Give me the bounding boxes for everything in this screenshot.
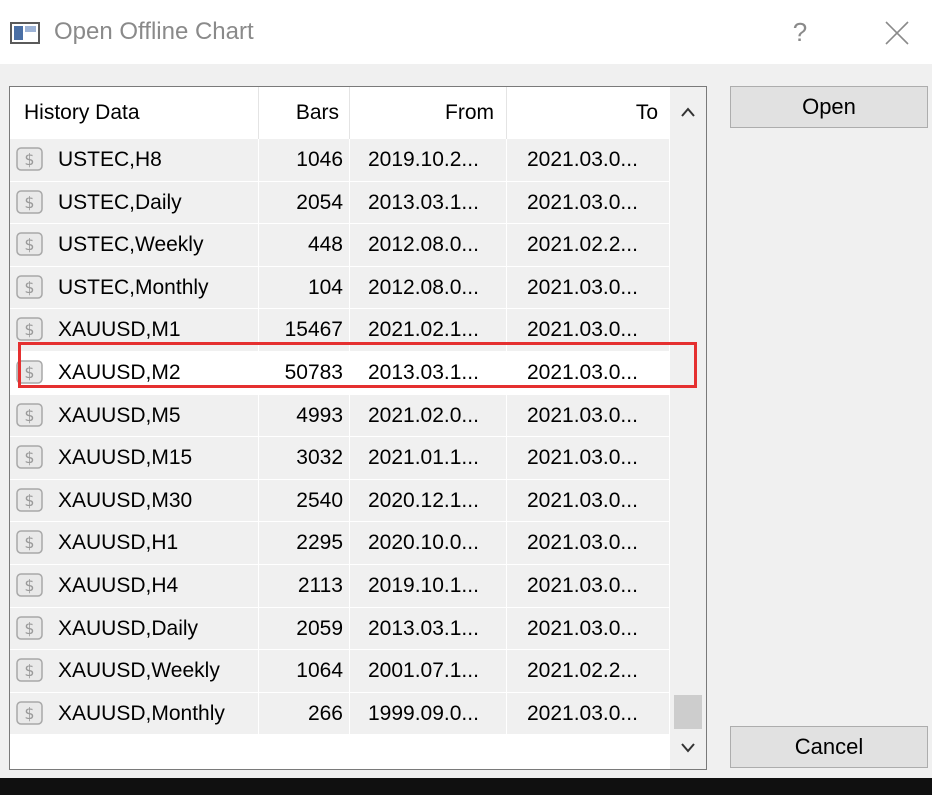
from-cell: 2020.10.0...: [350, 522, 507, 565]
to-cell: 2021.03.0...: [507, 139, 670, 182]
bars-cell: 2295: [259, 522, 350, 565]
bars-cell: 4993: [259, 394, 350, 438]
from-cell: 2021.01.1...: [350, 437, 507, 480]
from-cell: 2021.02.1...: [350, 309, 507, 352]
table-row[interactable]: $ XAUUSD,M30 2540 2020.12.1... 2021.03.0...: [10, 479, 670, 523]
history-data-list[interactable]: History Data Bars From To $ USTEC,H8 1046 2…: [9, 86, 707, 770]
from-cell: 1999.09.0...: [350, 692, 507, 736]
list-rows: $ USTEC,H8 1046 2019.10.2... 2021.03.0... $ US…: [10, 139, 670, 736]
bars-cell: 2059: [259, 607, 350, 651]
dialog-title: Open Offline Chart: [54, 18, 254, 45]
bars-cell: 2113: [259, 564, 350, 608]
column-header-history-data[interactable]: History Data: [10, 87, 259, 139]
table-row[interactable]: $ XAUUSD,M1 15467 2021.02.1... 2021.03.0...: [10, 309, 670, 352]
bars-cell: 3032: [259, 437, 350, 480]
to-cell: 2021.03.0...: [507, 692, 670, 736]
history-data-cell: XAUUSD,M5: [10, 394, 259, 438]
scroll-down-icon[interactable]: [670, 727, 706, 767]
from-cell: 2001.07.1...: [350, 650, 507, 693]
to-cell: 2021.03.0...: [507, 309, 670, 352]
from-cell: 2021.02.0...: [350, 394, 507, 438]
to-cell: 2021.03.0...: [507, 437, 670, 480]
scroll-up-icon[interactable]: [670, 91, 706, 131]
title-bar: Open Offline Chart ?: [0, 0, 932, 64]
bars-cell: 15467: [259, 309, 350, 352]
to-cell: 2021.03.0...: [507, 564, 670, 608]
to-cell: 2021.03.0...: [507, 607, 670, 651]
from-cell: 2012.08.0...: [350, 224, 507, 267]
bars-cell: 448: [259, 224, 350, 267]
table-row[interactable]: $ XAUUSD,Daily 2059 2013.03.1... 2021.03.0..…: [10, 607, 670, 651]
open-button[interactable]: Open: [730, 86, 928, 128]
table-row[interactable]: $ XAUUSD,M5 4993 2021.02.0... 2021.03.0...: [10, 394, 670, 438]
from-cell: 2013.03.1...: [350, 181, 507, 225]
table-row[interactable]: $ XAUUSD,Monthly 266 1999.09.0... 2021.03.0.…: [10, 692, 670, 736]
history-data-cell: XAUUSD,Weekly: [10, 650, 259, 693]
to-cell: 2021.03.0...: [507, 394, 670, 438]
bars-cell: 266: [259, 692, 350, 736]
history-data-cell: XAUUSD,M30: [10, 479, 259, 523]
chart-window-icon: [10, 22, 40, 44]
history-data-cell: XAUUSD,M15: [10, 437, 259, 480]
close-icon[interactable]: [874, 12, 918, 52]
table-row[interactable]: $ USTEC,Daily 2054 2013.03.1... 2021.03.0...: [10, 181, 670, 225]
to-cell: 2021.02.2...: [507, 224, 670, 267]
column-header-to[interactable]: To: [507, 87, 670, 139]
table-row[interactable]: $ USTEC,Monthly 104 2012.08.0... 2021.03.0..…: [10, 266, 670, 310]
table-row[interactable]: $ XAUUSD,Weekly 1064 2001.07.1... 2021.02.2.…: [10, 650, 670, 693]
history-data-cell: XAUUSD,Daily: [10, 607, 259, 651]
table-row[interactable]: $ USTEC,Weekly 448 2012.08.0... 2021.02.2...: [10, 224, 670, 267]
bars-cell: 104: [259, 266, 350, 310]
to-cell: 2021.02.2...: [507, 650, 670, 693]
background-chart-strip: [0, 778, 932, 795]
history-data-cell: USTEC,Weekly: [10, 224, 259, 267]
history-data-cell: XAUUSD,Monthly: [10, 692, 259, 736]
list-header: History Data Bars From To: [10, 87, 670, 139]
bars-cell: 1064: [259, 650, 350, 693]
to-cell: 2021.03.0...: [507, 266, 670, 310]
to-cell: 2021.03.0...: [507, 522, 670, 565]
from-cell: 2013.03.1...: [350, 607, 507, 651]
open-offline-chart-dialog: Open Offline Chart ? History Data Bars F…: [0, 0, 932, 795]
table-row[interactable]: $ XAUUSD,H4 2113 2019.10.1... 2021.03.0...: [10, 564, 670, 608]
from-cell: 2012.08.0...: [350, 266, 507, 310]
cancel-button[interactable]: Cancel: [730, 726, 928, 768]
from-cell: 2019.10.1...: [350, 564, 507, 608]
help-button[interactable]: ?: [778, 12, 822, 52]
history-data-cell: XAUUSD,M1: [10, 309, 259, 352]
to-cell: 2021.03.0...: [507, 351, 670, 395]
to-cell: 2021.03.0...: [507, 479, 670, 523]
bars-cell: 1046: [259, 139, 350, 182]
history-data-cell: XAUUSD,H1: [10, 522, 259, 565]
from-cell: 2019.10.2...: [350, 139, 507, 182]
bars-cell: 50783: [259, 351, 350, 395]
bars-cell: 2540: [259, 479, 350, 523]
to-cell: 2021.03.0...: [507, 181, 670, 225]
history-data-cell: USTEC,Monthly: [10, 266, 259, 310]
from-cell: 2013.03.1...: [350, 351, 507, 395]
table-row[interactable]: $ USTEC,H8 1046 2019.10.2... 2021.03.0...: [10, 139, 670, 182]
table-row[interactable]: $ XAUUSD,M15 3032 2021.01.1... 2021.03.0...: [10, 437, 670, 480]
vertical-scrollbar[interactable]: [670, 87, 706, 769]
scroll-thumb[interactable]: [674, 695, 702, 729]
history-data-cell: USTEC,H8: [10, 139, 259, 182]
from-cell: 2020.12.1...: [350, 479, 507, 523]
history-data-cell: XAUUSD,M2: [10, 351, 259, 395]
column-header-from[interactable]: From: [350, 87, 507, 139]
table-row[interactable]: $ XAUUSD,H1 2295 2020.10.0... 2021.03.0...: [10, 522, 670, 565]
table-row[interactable]: $ XAUUSD,M2 50783 2013.03.1... 2021.03.0...: [10, 351, 670, 395]
history-data-cell: XAUUSD,H4: [10, 564, 259, 608]
column-header-bars[interactable]: Bars: [259, 87, 350, 139]
bars-cell: 2054: [259, 181, 350, 225]
history-data-cell: USTEC,Daily: [10, 181, 259, 225]
